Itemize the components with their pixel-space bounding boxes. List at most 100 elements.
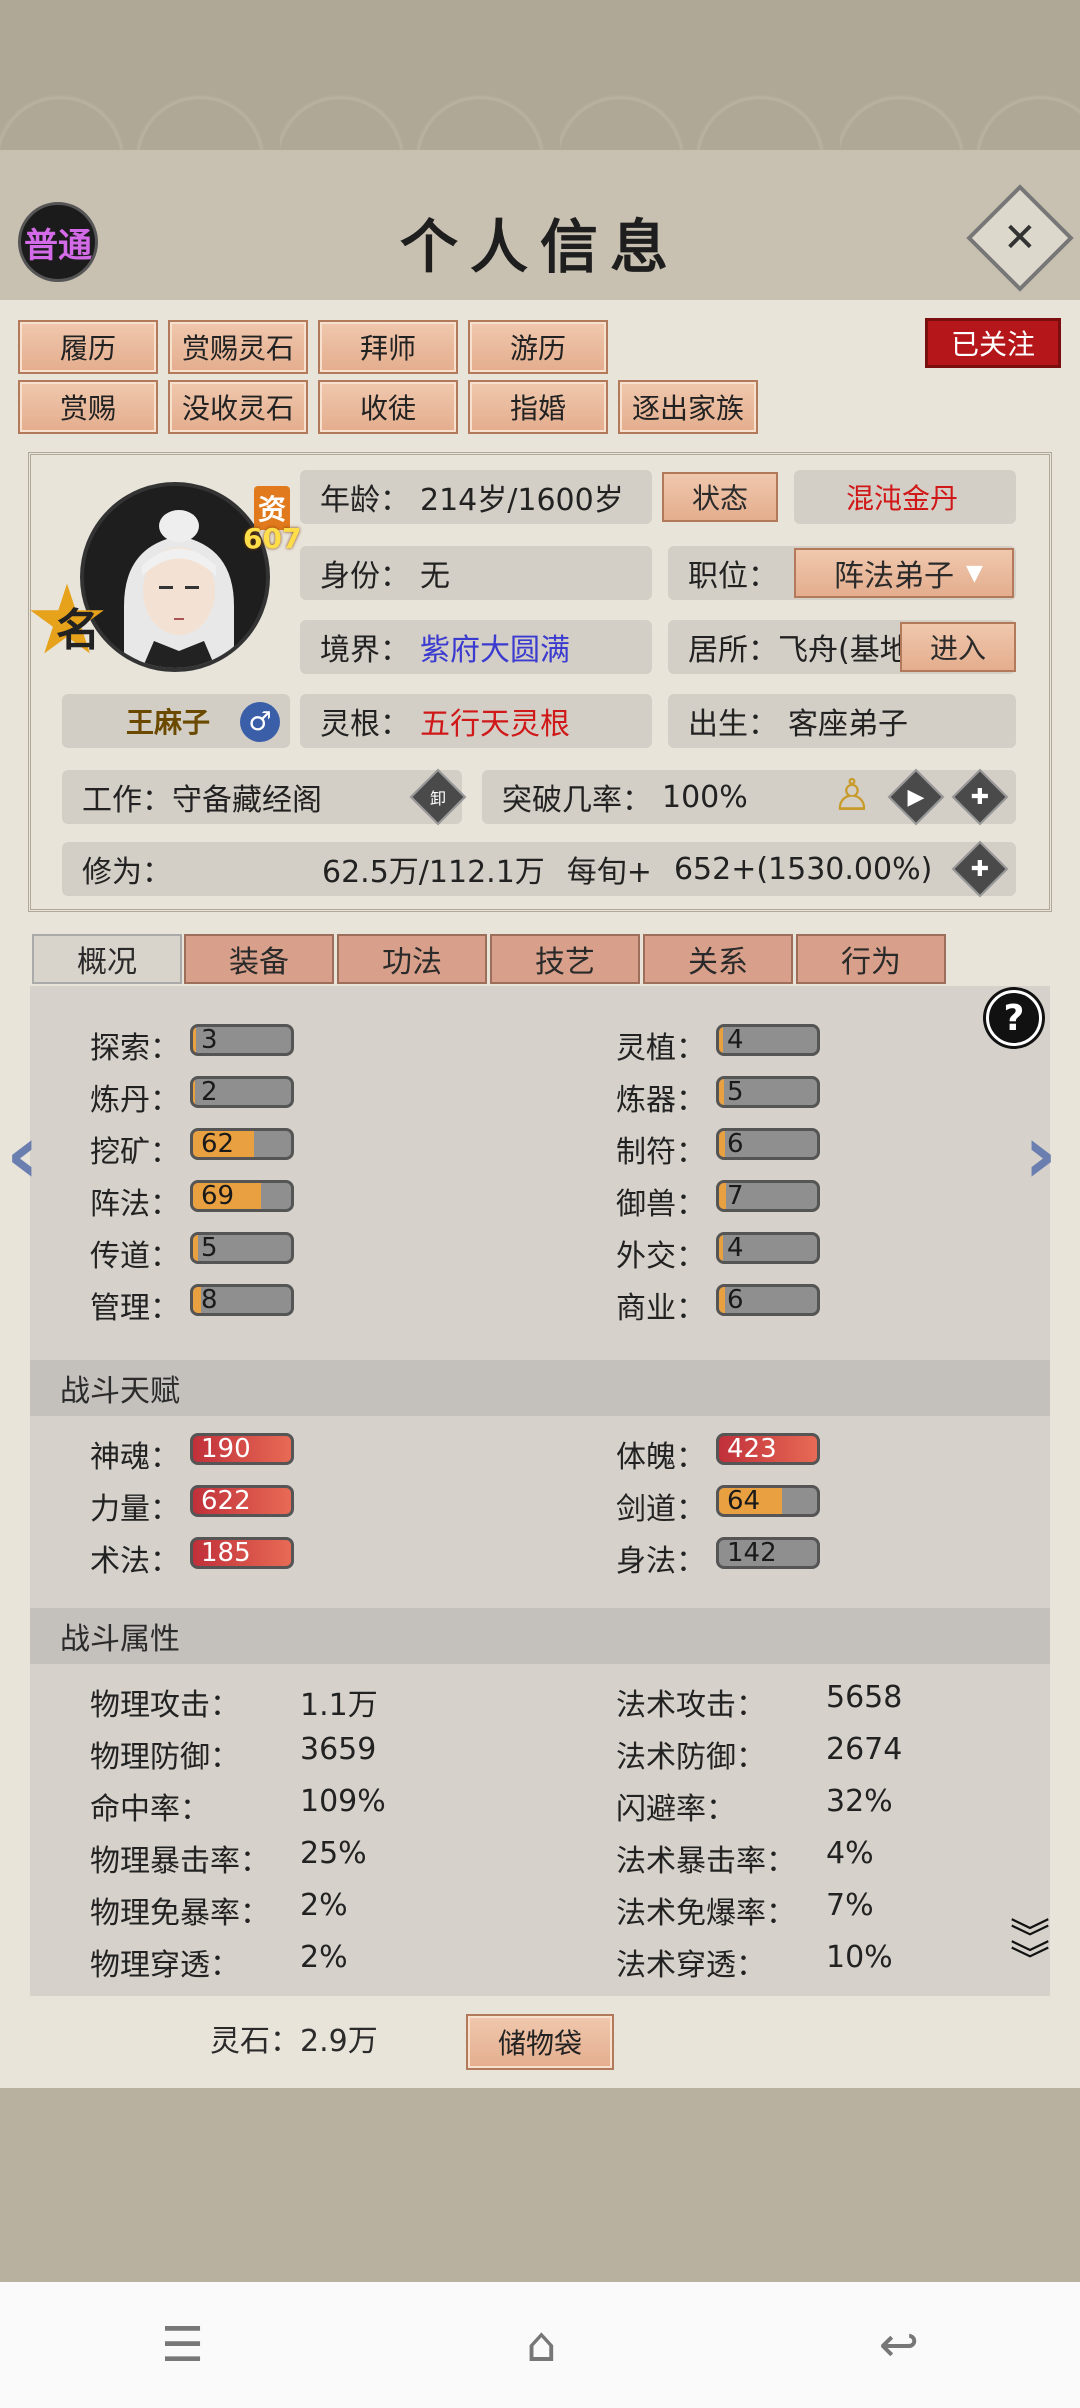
attr-value: 3659 [300,1732,377,1767]
talent-bar: 622 [190,1485,294,1517]
talent-bar: 64 [716,1485,820,1517]
age-label: 年龄： [320,483,410,518]
attr-value: 2% [300,1888,348,1923]
action-expel-button[interactable]: 逐出家族 [618,380,758,434]
skill-bar-fill [193,1287,201,1313]
tab-behavior[interactable]: 行为 [796,934,946,984]
residence-value: 飞舟(基地 [778,633,910,668]
age-value: 214岁/1600岁 [420,483,624,518]
skill-bar: 6 [716,1128,820,1160]
unload-icon: 卸 [429,789,446,808]
attr-value: 2% [300,1940,348,1975]
attr-label: 法术暴击率： [616,1844,796,1879]
skill-value: 5 [727,1077,744,1107]
action-apprentice-button[interactable]: 拜师 [318,320,458,374]
talent-value: 142 [727,1538,777,1568]
skill-value: 4 [727,1233,744,1263]
attr-value: 2674 [826,1732,903,1767]
skill-bar: 5 [716,1076,820,1108]
per-value: 652+(1530.00%) [673,851,933,887]
skill-value: 7 [727,1181,744,1211]
breakthrough-value: 100% [662,779,748,815]
attr-value: 1.1万 [300,1688,378,1723]
play-icon: ▶ [907,784,925,810]
attr-label: 闪避率： [616,1792,736,1827]
attr-value: 32% [826,1784,893,1819]
action-take-disciple-button[interactable]: 收徒 [318,380,458,434]
plus-icon: ✚ [970,784,990,810]
job-label: 工作： [82,783,172,818]
attr-label: 命中率： [90,1792,210,1827]
identity-label: 身份： [320,559,410,594]
skill-value: 69 [201,1181,235,1211]
skill-label: 炼丹： [90,1083,180,1118]
attr-label: 物理攻击： [90,1688,240,1723]
skill-bar-fill [193,1235,198,1261]
realm-value: 紫府大圆满 [420,633,570,668]
skill-label: 御兽： [616,1187,706,1222]
skill-bar: 7 [716,1180,820,1212]
skill-value: 62 [201,1129,235,1159]
root-value: 五行天灵根 [420,707,570,742]
talent-value: 185 [201,1538,251,1568]
action-reward-stone-button[interactable]: 赏赐灵石 [168,320,308,374]
tab-relations[interactable]: 关系 [643,934,793,984]
chevron-right-icon[interactable]: › [1024,1108,1057,1201]
status-value: 混沌金丹 [794,470,1016,524]
position-dropdown[interactable]: 阵法弟子 ▼ [794,548,1014,598]
skill-bar-fill [193,1079,195,1105]
chevron-left-icon[interactable]: ‹ [6,1108,39,1201]
skill-bar: 4 [716,1232,820,1264]
breakthrough-label: 突破几率： [502,783,652,818]
birth-label: 出生： [688,707,778,742]
attr-label: 物理免暴率： [90,1896,270,1931]
skill-bar: 2 [190,1076,294,1108]
action-marry-button[interactable]: 指婚 [468,380,608,434]
talent-value: 622 [201,1486,251,1516]
action-resume-button[interactable]: 履历 [18,320,158,374]
residence-label: 居所： [688,633,778,668]
action-reward-button[interactable]: 赏赐 [18,380,158,434]
character-name: 王麻子 [126,706,211,739]
skill-label: 管理： [90,1291,180,1326]
back-icon[interactable]: ↩ [879,2317,919,2373]
storage-bag-button[interactable]: 储物袋 [466,2014,614,2070]
skill-bar: 3 [190,1024,294,1056]
talent-bar: 190 [190,1433,294,1465]
status-button[interactable]: 状态 [662,472,778,522]
tab-equipment[interactable]: 装备 [184,934,334,984]
skill-label: 阵法： [90,1187,180,1222]
spirit-stone-label: 灵石： [210,2024,300,2059]
cultivation-value: 62.5万/112.1万 [322,855,545,890]
attr-value: 7% [826,1888,874,1923]
figure-icon[interactable]: ♙ [828,770,876,822]
home-icon[interactable]: ⌂ [526,2317,556,2373]
tab-skills[interactable]: 技艺 [490,934,640,984]
birth-value: 客座弟子 [788,707,908,742]
help-button[interactable]: ? [986,990,1042,1046]
skill-label: 炼器： [616,1083,706,1118]
follow-button[interactable]: 已关注 [925,318,1061,368]
skill-bar: 6 [716,1284,820,1316]
skill-bar: 8 [190,1284,294,1316]
attr-label: 物理暴击率： [90,1844,270,1879]
skill-label: 外交： [616,1239,706,1274]
skill-label: 商业： [616,1291,706,1326]
attr-label: 法术攻击： [616,1688,766,1723]
skill-label: 挖矿： [90,1135,180,1170]
tab-techniques[interactable]: 功法 [337,934,487,984]
tab-overview[interactable]: 概况 [32,934,182,984]
talent-bar: 423 [716,1433,820,1465]
skill-label: 探索： [90,1031,180,1066]
position-value: 阵法弟子 [834,559,954,594]
scroll-down-icon[interactable]: ︾ ︾ [1010,1919,1050,1981]
per-label: 每旬+ [566,855,652,890]
action-travel-button[interactable]: 游历 [468,320,608,374]
fame-label: 名 [56,605,100,656]
skill-value: 6 [727,1129,744,1159]
skill-bar-fill [719,1027,723,1053]
attr-label: 法术免爆率： [616,1896,796,1931]
action-confiscate-button[interactable]: 没收灵石 [168,380,308,434]
enter-button[interactable]: 进入 [900,622,1016,672]
menu-icon[interactable]: ☰ [161,2317,204,2373]
